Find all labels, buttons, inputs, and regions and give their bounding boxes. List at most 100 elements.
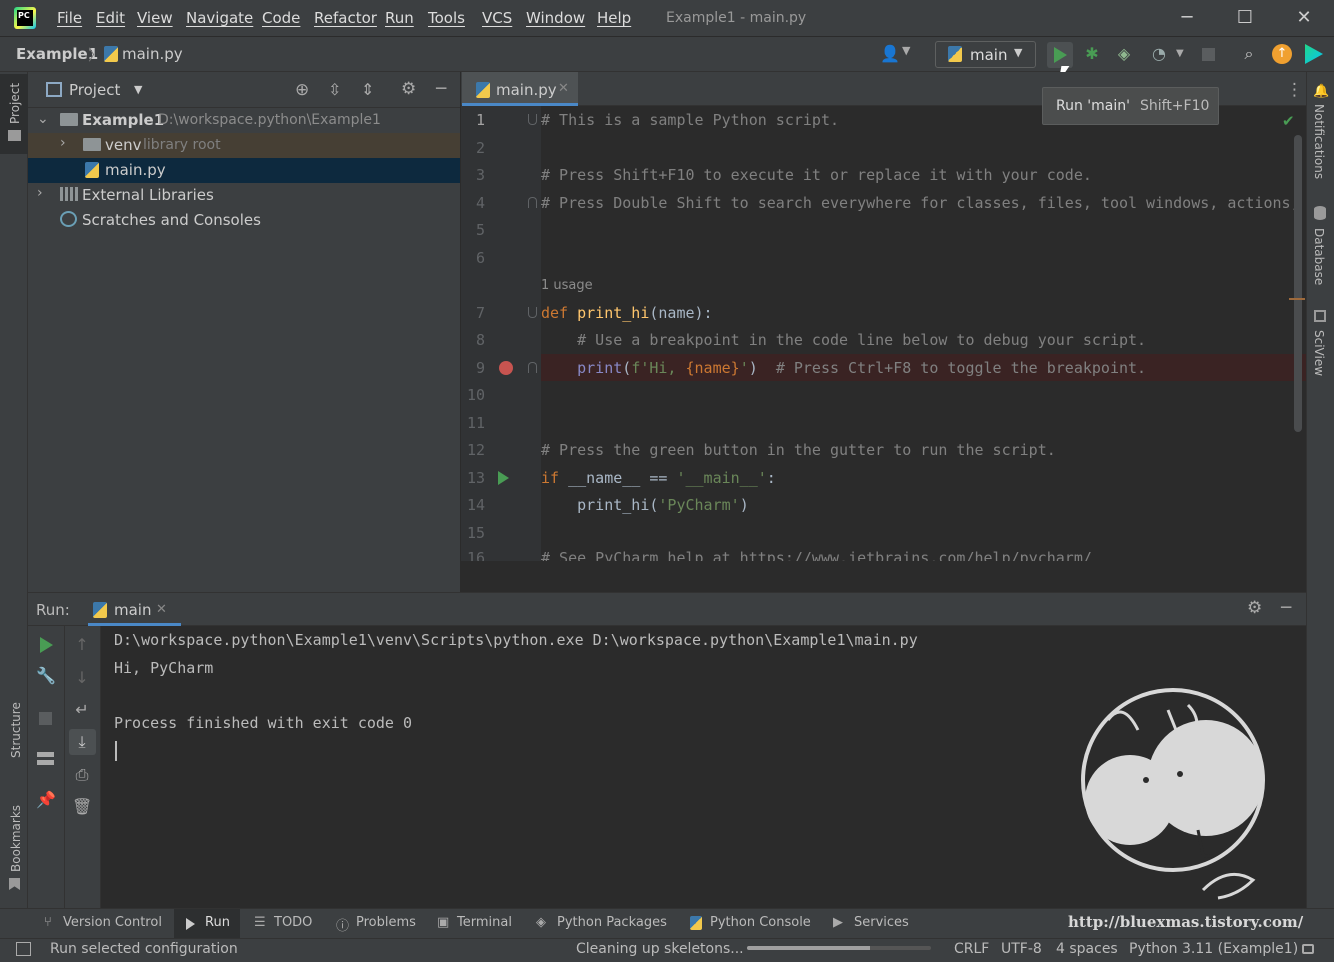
- breadcrumb-separator-icon: 〉: [88, 46, 104, 64]
- tool-terminal[interactable]: Terminal: [457, 915, 512, 930]
- soft-wrap-icon[interactable]: ↵: [72, 700, 92, 720]
- chevron-right-icon[interactable]: ›: [37, 185, 43, 201]
- fold-marker-icon[interactable]: [528, 197, 537, 208]
- background-task[interactable]: Cleaning up skeletons...: [576, 941, 744, 957]
- user-dropdown-icon[interactable]: ▼: [902, 44, 910, 57]
- structure-tool-button[interactable]: Structure: [9, 702, 23, 758]
- menu-view[interactable]: View: [137, 9, 173, 27]
- tool-python-packages[interactable]: Python Packages: [557, 915, 667, 930]
- update-icon[interactable]: ↑: [1272, 44, 1292, 64]
- menu-edit[interactable]: Edit: [96, 9, 125, 27]
- rerun-button[interactable]: [40, 637, 53, 653]
- console-line: Hi, PyCharm: [114, 659, 214, 677]
- stop-icon[interactable]: [1202, 48, 1215, 61]
- stop-icon[interactable]: [39, 712, 52, 725]
- hide-panel-icon[interactable]: ─: [436, 79, 456, 99]
- tool-run[interactable]: Run: [205, 915, 230, 930]
- toggle-tool-windows-icon[interactable]: [16, 942, 31, 956]
- user-icon[interactable]: 👤: [880, 44, 900, 64]
- file-encoding[interactable]: UTF-8: [1001, 941, 1042, 957]
- menu-code[interactable]: Code: [262, 9, 300, 27]
- layout-icon[interactable]: [37, 752, 54, 765]
- arrow-down-icon[interactable]: ↓: [72, 668, 92, 688]
- search-icon[interactable]: ⌕: [1239, 44, 1259, 64]
- trash-icon[interactable]: 🗑: [72, 797, 92, 817]
- arrow-up-icon[interactable]: ↑: [72, 635, 92, 655]
- project-view-dropdown-icon[interactable]: ▼: [134, 83, 142, 96]
- close-run-tab-icon[interactable]: ✕: [156, 602, 167, 617]
- menu-tools[interactable]: Tools: [428, 9, 465, 27]
- chevron-down-icon[interactable]: ⌄: [37, 111, 49, 127]
- breadcrumb-project[interactable]: Example1: [16, 45, 98, 63]
- problems-icon: ⓘ: [336, 919, 350, 934]
- lock-icon[interactable]: [1302, 944, 1314, 954]
- collapse-all-icon[interactable]: ⇕: [361, 80, 381, 100]
- run-tab-label[interactable]: main: [114, 601, 151, 619]
- tree-venv-name: venv: [105, 136, 142, 154]
- pin-icon[interactable]: 📌: [36, 790, 56, 810]
- print-icon[interactable]: ⎙: [72, 765, 92, 785]
- close-tab-icon[interactable]: ✕: [558, 81, 569, 96]
- notifications-tool-button[interactable]: Notifications: [1312, 104, 1326, 179]
- sciview-tool-button[interactable]: SciView: [1312, 330, 1326, 376]
- inspection-ok-icon[interactable]: ✔: [1282, 112, 1295, 130]
- menu-vcs[interactable]: VCS: [482, 9, 512, 27]
- hide-run-panel-icon[interactable]: ─: [1281, 598, 1291, 618]
- task-progress-fill: [747, 946, 871, 950]
- run-settings-gear-icon[interactable]: ⚙: [1247, 598, 1262, 618]
- editor-scrollbar[interactable]: [1294, 135, 1302, 432]
- project-panel-title[interactable]: Project: [69, 81, 120, 99]
- tool-python-console[interactable]: Python Console: [710, 915, 811, 930]
- breadcrumb-file[interactable]: main.py: [122, 45, 183, 63]
- scroll-to-end-icon[interactable]: ⤓: [72, 732, 92, 752]
- indent-setting[interactable]: 4 spaces: [1056, 941, 1118, 957]
- code-line-4: # Press Double Shift to search everywher…: [541, 194, 1300, 212]
- tool-services[interactable]: Services: [854, 915, 909, 930]
- menu-run[interactable]: Run: [385, 9, 414, 27]
- menu-navigate[interactable]: Navigate: [186, 9, 253, 27]
- menu-window[interactable]: Window: [526, 9, 585, 27]
- run-button[interactable]: [1054, 47, 1067, 63]
- run-gutter-icon[interactable]: [498, 471, 509, 485]
- locate-file-icon[interactable]: ⊕: [295, 80, 315, 100]
- python-interpreter[interactable]: Python 3.11 (Example1): [1129, 941, 1298, 957]
- wrench-icon[interactable]: 🔧: [36, 666, 56, 686]
- settings-gear-icon[interactable]: ⚙: [401, 79, 421, 99]
- tool-problems[interactable]: Problems: [356, 915, 416, 930]
- chevron-right-icon[interactable]: ›: [60, 135, 66, 151]
- line-number: 6: [475, 249, 485, 267]
- console-line: D:\workspace.python\Example1\venv\Script…: [114, 631, 918, 649]
- fold-marker-icon[interactable]: [528, 362, 537, 373]
- bookmarks-tool-button[interactable]: Bookmarks: [9, 805, 23, 872]
- menu-file[interactable]: File: [57, 9, 82, 27]
- menu-refactor[interactable]: Refactor: [314, 9, 377, 27]
- minimize-button[interactable]: ─: [1172, 6, 1202, 30]
- left-tool-stripe: [0, 72, 28, 908]
- terminal-icon: ▣: [437, 915, 450, 930]
- fold-marker-icon[interactable]: [528, 307, 537, 318]
- maximize-button[interactable]: ☐: [1230, 6, 1260, 30]
- menu-help[interactable]: Help: [597, 9, 631, 27]
- more-tabs-icon[interactable]: ⋮: [1286, 80, 1303, 100]
- fold-marker-icon[interactable]: [528, 114, 537, 125]
- run-config-dropdown-icon[interactable]: ▼: [1014, 46, 1022, 59]
- coverage-icon[interactable]: ◈: [1114, 44, 1134, 64]
- debug-icon[interactable]: ✱: [1082, 44, 1102, 64]
- line-separator[interactable]: CRLF: [954, 941, 989, 957]
- usage-hint[interactable]: 1 usage: [541, 278, 593, 293]
- tool-todo[interactable]: TODO: [274, 915, 312, 930]
- project-tool-button[interactable]: Project: [8, 83, 22, 124]
- tool-version-control[interactable]: Version Control: [63, 915, 162, 930]
- code-line-16: # See PyCharm help at https://www.jetbra…: [541, 549, 1092, 561]
- more-run-dropdown-icon[interactable]: ▼: [1176, 48, 1184, 59]
- profile-icon[interactable]: ◔: [1149, 44, 1169, 64]
- database-tool-button[interactable]: Database: [1312, 228, 1326, 285]
- breakpoint-icon[interactable]: [499, 361, 513, 375]
- text-cursor: [115, 741, 117, 761]
- close-window-button[interactable]: ✕: [1289, 6, 1319, 30]
- expand-all-icon[interactable]: ⇳: [328, 80, 348, 100]
- tree-scratches: Scratches and Consoles: [82, 211, 261, 229]
- python-file-icon: [85, 162, 99, 178]
- window-title: Example1 - main.py: [666, 10, 807, 26]
- editor-tab-label: main.py: [496, 81, 557, 99]
